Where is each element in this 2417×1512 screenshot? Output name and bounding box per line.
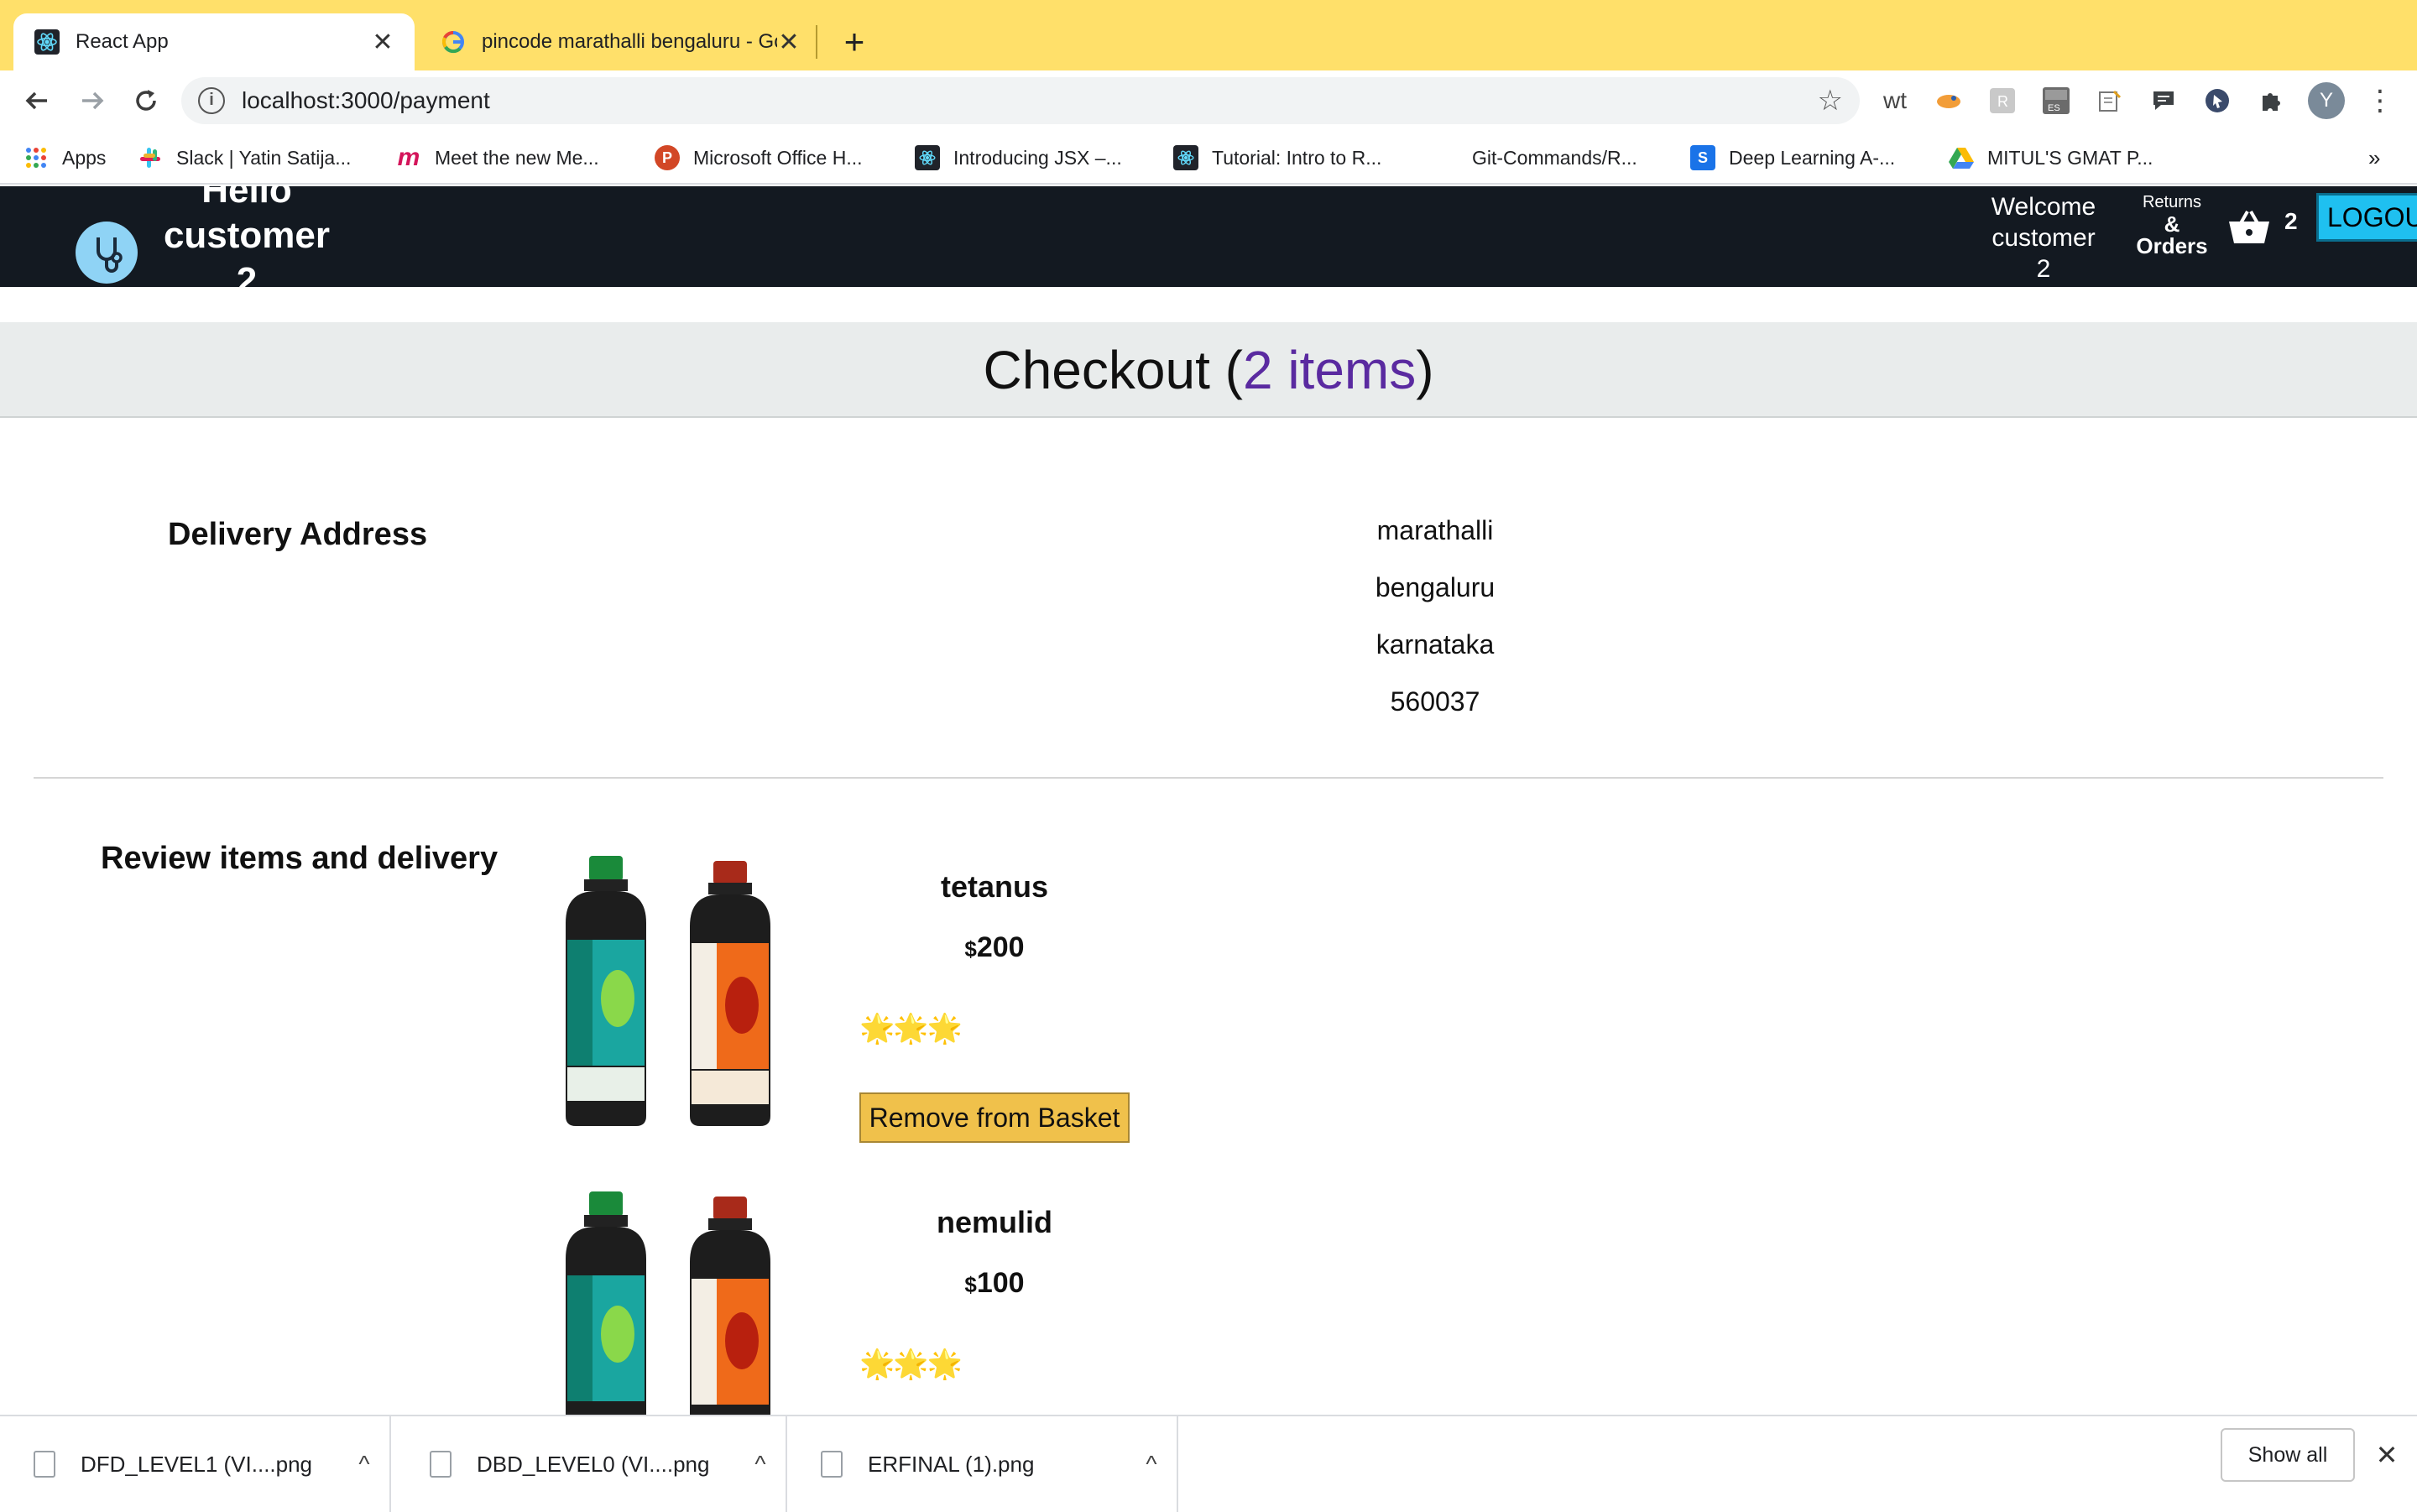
delivery-address-heading: Delivery Address — [168, 517, 428, 552]
review-items-heading: Review items and delivery — [101, 841, 499, 876]
bookmark-git-commands[interactable]: Git-Commands/R... — [1472, 141, 1637, 175]
download-item[interactable]: DBD_LEVEL0 (VI....png ^ — [396, 1416, 787, 1512]
bookmark-introducing-jsx[interactable]: Introducing JSX –... — [915, 141, 1122, 175]
product-name: tetanus — [940, 869, 1049, 904]
hello-greeting: Hello customer 2 — [163, 186, 331, 287]
bookmark-label: Git-Commands/R... — [1472, 146, 1637, 169]
google-drive-icon — [1949, 145, 1974, 170]
bookmark-label: Microsoft Office H... — [693, 146, 863, 169]
bookmark-label: Tutorial: Intro to R... — [1212, 146, 1382, 169]
chevron-up-icon[interactable]: ^ — [735, 1451, 786, 1478]
png-file-icon — [430, 1451, 452, 1478]
forward-arrow-icon[interactable] — [70, 79, 114, 123]
chevron-up-icon[interactable]: ^ — [1126, 1451, 1177, 1478]
returns-orders-link[interactable]: Returns & Orders — [2123, 191, 2221, 257]
address-line-city: bengaluru — [1375, 572, 1496, 602]
bookmark-star-icon[interactable]: ☆ — [1818, 84, 1843, 117]
tab-separator — [816, 25, 817, 59]
logout-button[interactable]: LOGOUT — [2316, 193, 2417, 242]
tab-title: pincode marathalli bengaluru - Google Se… — [482, 30, 777, 53]
slack-icon — [138, 145, 163, 170]
react-icon — [34, 29, 60, 55]
close-tab-icon[interactable]: ✕ — [777, 28, 801, 57]
new-tab-button[interactable]: + — [836, 18, 873, 65]
browser-tabstrip: React App ✕ pincode marathalli bengaluru… — [0, 0, 2417, 70]
react-icon — [915, 145, 940, 170]
png-file-icon — [821, 1451, 843, 1478]
chat-extension-icon[interactable] — [2147, 84, 2180, 117]
product-rating-stars: 🌟🌟🌟 — [859, 1013, 963, 1045]
show-all-downloads-button[interactable]: Show all — [2221, 1428, 2355, 1482]
close-icon[interactable]: ✕ — [2370, 1435, 2404, 1475]
bookmark-apps[interactable]: Apps — [23, 141, 106, 175]
react-icon — [1173, 145, 1198, 170]
address-bar[interactable]: i localhost:3000/payment ☆ — [181, 77, 1860, 124]
wt-extension-icon[interactable]: wt — [1878, 84, 1912, 117]
google-icon — [440, 29, 467, 55]
download-filename: DFD_LEVEL1 (VI....png — [81, 1451, 313, 1477]
product-rating-stars: 🌟🌟🌟 — [859, 1348, 963, 1380]
bookmark-gmat[interactable]: MITUL'S GMAT P... — [1949, 141, 2153, 175]
powerpoint-icon: P — [655, 145, 680, 170]
tab-google-search[interactable]: pincode marathalli bengaluru - Google Se… — [420, 13, 821, 70]
apps-grid-icon — [23, 145, 49, 170]
checkout-title: Checkout (2 items) — [0, 322, 2417, 418]
url-text: localhost:3000/payment — [242, 87, 490, 113]
tab-react-app[interactable]: React App ✕ — [13, 13, 415, 70]
tab-title: React App — [76, 30, 169, 53]
puzzle-extensions-icon[interactable] — [2254, 84, 2288, 117]
svg-text:R: R — [1997, 93, 2008, 110]
bookmark-tutorial-react[interactable]: Tutorial: Intro to R... — [1173, 141, 1381, 175]
bookmark-label: Meet the new Me... — [435, 146, 599, 169]
reload-icon[interactable] — [124, 79, 168, 123]
close-tab-icon[interactable]: ✕ — [371, 28, 394, 57]
png-file-icon — [34, 1451, 55, 1478]
s-icon: S — [1690, 145, 1715, 170]
bookmark-slack[interactable]: Slack | Yatin Satija... — [138, 141, 351, 175]
chevron-up-icon[interactable]: ^ — [339, 1451, 389, 1478]
bookmark-label: Apps — [62, 146, 107, 169]
download-filename: DBD_LEVEL0 (VI....png — [477, 1451, 710, 1477]
bookmark-microsoft-office[interactable]: P Microsoft Office H... — [655, 141, 863, 175]
bookmarks-bar: Apps Slack | Yatin Satija... m Meet the … — [0, 131, 2417, 185]
stethoscope-logo-icon[interactable] — [76, 222, 138, 284]
es-extension-icon[interactable]: ES — [2039, 84, 2073, 117]
bookmark-label: MITUL'S GMAT P... — [1987, 146, 2153, 169]
address-line-pincode: 560037 — [1390, 686, 1480, 717]
bookmark-meet-new[interactable]: m Meet the new Me... — [396, 141, 599, 175]
bookmarks-overflow-icon[interactable]: » — [2368, 141, 2380, 175]
app-header: Hello customer 2 Welcome customer 2 Retu… — [0, 186, 2417, 287]
bookmark-label: Slack | Yatin Satija... — [176, 146, 352, 169]
download-item[interactable]: DFD_LEVEL1 (VI....png ^ — [0, 1416, 391, 1512]
product-name: nemulid — [936, 1205, 1052, 1239]
product-image-bottles — [554, 847, 806, 1133]
download-item[interactable]: ERFINAL (1).png ^ — [787, 1416, 1178, 1512]
section-divider — [34, 777, 2383, 779]
bookmark-label: Deep Learning A-... — [1729, 146, 1896, 169]
note-extension-icon[interactable] — [2093, 84, 2127, 117]
es-label: ES — [2048, 103, 2060, 113]
address-line-state: karnataka — [1376, 629, 1495, 660]
profile-avatar[interactable]: Y — [2308, 82, 2345, 119]
address-line-locality: marathalli — [1376, 515, 1494, 545]
download-filename: ERFINAL (1).png — [868, 1451, 1035, 1477]
site-info-icon[interactable]: i — [198, 87, 225, 114]
basket-icon[interactable] — [2227, 208, 2271, 250]
grey-extension-icon[interactable]: R — [1986, 84, 2019, 117]
browser-toolbar: i localhost:3000/payment ☆ wt R ES Y ⋮ — [0, 70, 2417, 131]
bookmark-label: Introducing JSX –... — [953, 146, 1122, 169]
orange-extension-icon[interactable] — [1932, 84, 1965, 117]
menu-kebab-icon[interactable]: ⋮ — [2363, 84, 2397, 117]
checkout-items-link[interactable]: 2 items — [1243, 340, 1416, 400]
back-arrow-icon[interactable] — [15, 79, 59, 123]
m-logo-icon: m — [397, 143, 420, 171]
product-price: $100 — [964, 1267, 1025, 1299]
cursor-extension-icon[interactable] — [2200, 84, 2234, 117]
basket-count: 2 — [2284, 208, 2298, 234]
bookmark-deep-learning[interactable]: S Deep Learning A-... — [1690, 141, 1895, 175]
welcome-user[interactable]: Welcome customer 2 — [1972, 191, 2115, 284]
download-shelf: DFD_LEVEL1 (VI....png ^ DBD_LEVEL0 (VI..… — [0, 1415, 2417, 1512]
product-price: $200 — [964, 931, 1025, 963]
remove-from-basket-button[interactable]: Remove from Basket — [859, 1092, 1130, 1143]
